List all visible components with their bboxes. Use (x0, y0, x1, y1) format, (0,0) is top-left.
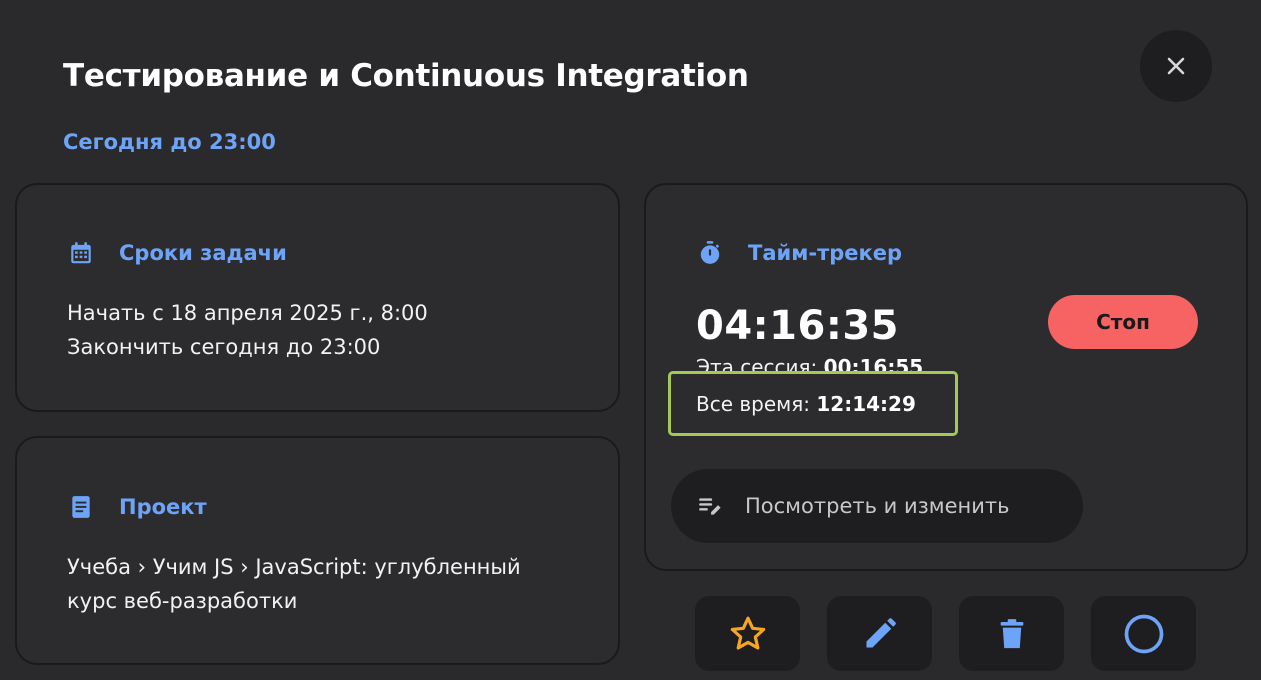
stop-button[interactable]: Стоп (1048, 295, 1198, 349)
deadlines-card-header: Сроки задачи (67, 239, 287, 267)
document-icon (67, 493, 95, 521)
star-icon (730, 616, 765, 650)
timer-card-header: Тайм-трекер (696, 239, 902, 267)
deadlines-card: Сроки задачи Начать с 18 апреля 2025 г.,… (15, 183, 620, 412)
pencil-icon (866, 617, 896, 647)
deadline-label: Сегодня до 23:00 (63, 130, 276, 154)
timer-elapsed: 04:16:35 (696, 303, 899, 349)
project-heading: Проект (119, 495, 207, 519)
edit-notes-icon (697, 493, 723, 519)
delete-button[interactable] (959, 596, 1064, 671)
start-date: Начать с 18 апреля 2025 г., 8:00 (67, 301, 428, 325)
page-title: Тестирование и Continuous Integration (63, 58, 749, 94)
edit-button[interactable] (827, 596, 932, 671)
deadlines-heading: Сроки задачи (119, 241, 287, 265)
total-time-highlight (668, 371, 958, 436)
project-card-header: Проект (67, 493, 207, 521)
end-date: Закончить сегодня до 23:00 (67, 335, 381, 359)
circle-icon (1124, 614, 1163, 653)
close-icon (1167, 57, 1185, 75)
view-edit-label: Посмотреть и изменить (745, 494, 1010, 518)
project-path[interactable]: Учеба › Учим JS › JavaScript: углубленны… (67, 550, 521, 584)
favorite-button[interactable] (695, 596, 800, 671)
stopwatch-icon (696, 239, 724, 267)
timer-heading: Тайм-трекер (748, 241, 903, 265)
close-button[interactable] (1140, 30, 1212, 102)
complete-button[interactable] (1091, 596, 1196, 671)
project-card: Проект Учеба › Учим JS › JavaScript: угл… (15, 436, 620, 665)
project-path-continued[interactable]: курс веб-разработки (67, 584, 297, 618)
trash-icon (1000, 618, 1023, 648)
view-edit-button[interactable]: Посмотреть и изменить (671, 469, 1083, 543)
calendar-icon (67, 239, 95, 267)
